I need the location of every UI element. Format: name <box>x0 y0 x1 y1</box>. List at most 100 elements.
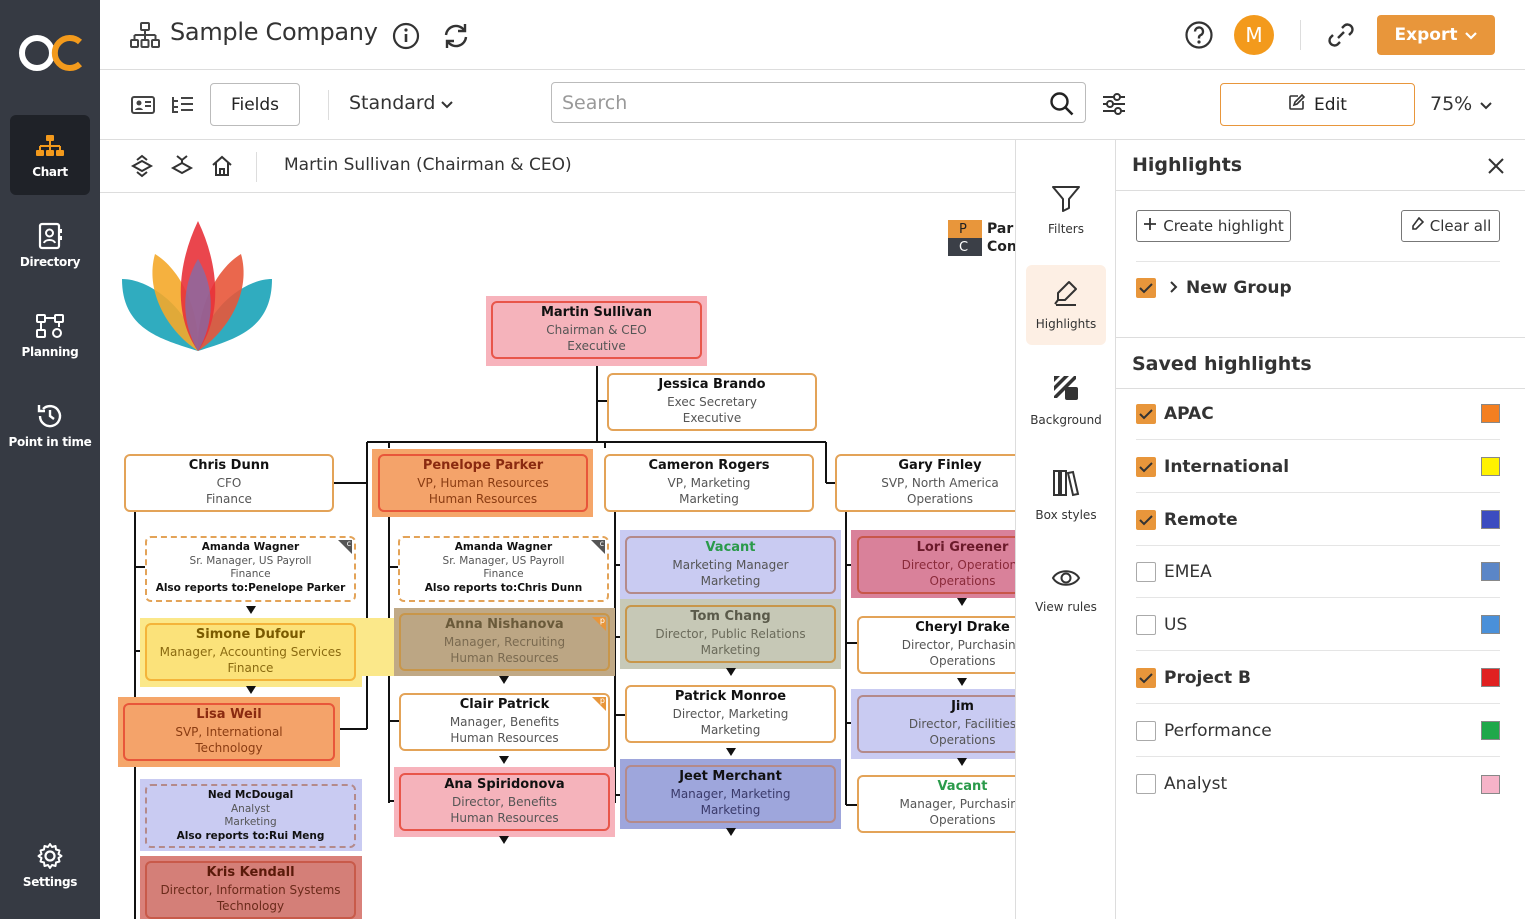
highlight-checkbox[interactable] <box>1136 456 1156 477</box>
org-box-tom-chang[interactable]: Tom Chang Director, Public Relations Mar… <box>625 605 836 663</box>
org-box-chris-dunn[interactable]: Chris Dunn CFO Finance <box>124 454 334 512</box>
org-box-lori-greener[interactable]: Lori Greener Director, Operations Operat… <box>857 536 1015 594</box>
rail-item-view-rules[interactable]: View rules <box>1026 550 1106 630</box>
highlight-group-new-group[interactable]: New Group <box>1136 278 1292 298</box>
saved-highlight-row[interactable]: Remote <box>1136 494 1500 546</box>
clear-all-button[interactable]: Clear all <box>1401 210 1500 242</box>
highlight-checkbox[interactable] <box>1136 774 1156 794</box>
expand-all-icon[interactable] <box>130 154 154 178</box>
expand-arrow-icon[interactable] <box>726 748 736 756</box>
highlight-name: International <box>1164 456 1290 477</box>
org-box-jim[interactable]: Jim Director, Facilities Operations <box>857 695 1015 753</box>
org-box-gary-finley[interactable]: Gary Finley SVP, North America Operation… <box>835 454 1015 512</box>
search-settings-icon[interactable] <box>1100 90 1128 118</box>
org-box-patrick-monroe[interactable]: Patrick Monroe Director, Marketing Marke… <box>625 685 836 743</box>
org-box-lisa-weil[interactable]: Lisa Weil SVP, International Technology <box>123 703 335 761</box>
zoom-selector[interactable]: 75% <box>1430 93 1492 115</box>
highlight-color-swatch[interactable] <box>1481 510 1500 529</box>
user-avatar[interactable]: M <box>1234 15 1274 55</box>
saved-highlight-row[interactable]: Project B <box>1136 652 1500 704</box>
org-box-vacant-marketing-manager[interactable]: Vacant Marketing Manager Marketing <box>625 536 836 594</box>
export-button[interactable]: Export <box>1377 15 1495 55</box>
saved-highlight-row[interactable]: International <box>1136 441 1500 493</box>
highlight-checkbox[interactable] <box>1136 614 1156 635</box>
expand-arrow-icon[interactable] <box>957 758 967 766</box>
chevron-right-icon[interactable] <box>1170 278 1178 298</box>
org-box-martin-sullivan[interactable]: Martin Sullivan Chairman & CEO Executive <box>491 301 702 359</box>
sidebar-item-directory[interactable]: Directory <box>10 205 90 285</box>
sidebar-item-chart[interactable]: Chart <box>10 115 90 195</box>
person-name: Jim <box>951 699 974 714</box>
highlight-color-swatch[interactable] <box>1481 721 1500 740</box>
person-department: Operations <box>907 492 973 506</box>
org-box-vacant-manager-purchasing[interactable]: Vacant Manager, Purchasing Operations <box>857 775 1015 833</box>
rail-item-highlights[interactable]: Highlights <box>1026 265 1106 345</box>
refresh-icon[interactable] <box>440 20 472 52</box>
rail-item-box-styles[interactable]: Box styles <box>1026 455 1106 535</box>
clear-all-label: Clear all <box>1429 217 1492 235</box>
highlight-color-swatch[interactable] <box>1481 404 1500 423</box>
expand-arrow-icon[interactable] <box>499 836 509 844</box>
highlight-color-swatch[interactable] <box>1481 615 1500 634</box>
share-link-icon[interactable] <box>1324 18 1358 52</box>
expand-arrow-icon[interactable] <box>957 678 967 686</box>
saved-highlight-row[interactable]: EMEA <box>1136 546 1500 598</box>
highlight-checkbox[interactable] <box>1136 561 1156 582</box>
org-box-simone-dufour[interactable]: Simone Dufour Manager, Accounting Servic… <box>145 623 356 681</box>
view-selector[interactable]: Standard <box>349 92 454 114</box>
org-box-ana-spiridonova[interactable]: Ana Spiridonova Director, Benefits Human… <box>399 773 610 831</box>
expand-arrow-icon[interactable] <box>499 676 509 684</box>
org-box-ned-mcdougal-dotted[interactable]: Ned McDougal Analyst Marketing Also repo… <box>145 784 356 848</box>
fields-button[interactable]: Fields <box>210 83 300 126</box>
expand-arrow-icon[interactable] <box>246 606 256 614</box>
highlight-color-swatch[interactable] <box>1481 562 1500 581</box>
org-box-anna-nishanova[interactable]: Anna Nishanova Manager, Recruiting Human… <box>399 613 610 671</box>
rail-item-background[interactable]: Background <box>1026 360 1106 440</box>
edit-button[interactable]: Edit <box>1220 83 1415 126</box>
group-checkbox[interactable] <box>1136 278 1156 298</box>
person-title: Director, Information Systems <box>160 882 341 897</box>
highlight-checkbox[interactable] <box>1136 667 1156 688</box>
saved-highlight-row[interactable]: APAC <box>1136 388 1500 440</box>
highlight-color-swatch[interactable] <box>1481 668 1500 687</box>
expand-arrow-icon[interactable] <box>726 828 736 836</box>
expand-arrow-icon[interactable] <box>957 598 967 606</box>
org-chart-canvas[interactable]: P Par C Con Martin Sullivan Chairman & C… <box>100 193 1015 919</box>
highlight-checkbox[interactable] <box>1136 720 1156 741</box>
expand-arrow-icon[interactable] <box>726 668 736 676</box>
saved-highlight-row[interactable]: US <box>1136 599 1500 651</box>
sidebar-item-planning[interactable]: Planning <box>10 295 90 375</box>
sidebar-item-settings[interactable]: Settings <box>10 825 90 905</box>
highlight-color-swatch[interactable] <box>1481 457 1500 476</box>
org-box-clair-patrick[interactable]: Clair Patrick Manager, Benefits Human Re… <box>399 693 610 751</box>
rail-item-filters[interactable]: Filters <box>1026 170 1106 250</box>
saved-highlight-row[interactable]: Analyst <box>1136 758 1500 810</box>
expand-arrow-icon[interactable] <box>499 756 509 764</box>
search-input[interactable] <box>551 82 1086 123</box>
highlight-color-swatch[interactable] <box>1481 774 1500 794</box>
orgchart-logo[interactable] <box>18 28 84 78</box>
expand-arrow-icon[interactable] <box>246 686 256 694</box>
org-box-amanda-wagner-dotted[interactable]: Amanda Wagner Sr. Manager, US Payroll Fi… <box>145 536 356 602</box>
sidebar-item-point-in-time[interactable]: Point in time <box>8 385 92 465</box>
org-box-jessica-brando[interactable]: Jessica Brando Exec Secretary Executive <box>607 373 817 431</box>
card-view-icon[interactable] <box>130 94 156 116</box>
highlight-checkbox[interactable] <box>1136 403 1156 424</box>
collapse-all-icon[interactable] <box>170 154 194 178</box>
org-box-cameron-rogers[interactable]: Cameron Rogers VP, Marketing Marketing <box>604 454 814 512</box>
close-icon[interactable] <box>1484 154 1508 178</box>
org-box-penelope-parker[interactable]: Penelope Parker VP, Human Resources Huma… <box>378 454 588 512</box>
org-box-cheryl-drake[interactable]: Cheryl Drake Director, Purchasing Operat… <box>857 616 1015 674</box>
help-icon[interactable] <box>1183 19 1215 51</box>
org-box-jeet-merchant[interactable]: Jeet Merchant Manager, Marketing Marketi… <box>625 765 836 823</box>
create-highlight-button[interactable]: Create highlight <box>1136 210 1291 242</box>
highlight-checkbox[interactable] <box>1136 509 1156 530</box>
org-box-kris-kendall[interactable]: Kris Kendall Director, Information Syste… <box>145 861 356 919</box>
list-view-icon[interactable] <box>170 94 196 116</box>
chevron-down-icon <box>1480 93 1492 115</box>
search-icon[interactable] <box>1048 90 1076 118</box>
org-box-amanda-wagner-dotted[interactable]: Amanda Wagner Sr. Manager, US Payroll Fi… <box>398 536 609 602</box>
saved-highlight-row[interactable]: Performance <box>1136 705 1500 757</box>
info-icon[interactable] <box>390 20 422 52</box>
home-icon[interactable] <box>210 154 234 178</box>
